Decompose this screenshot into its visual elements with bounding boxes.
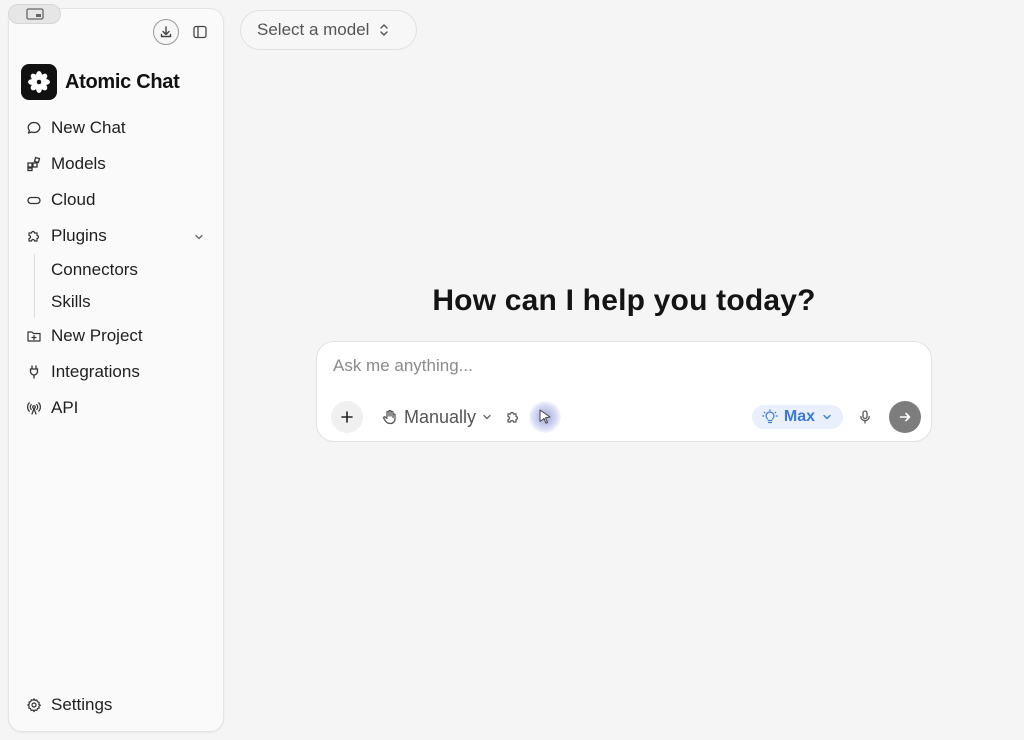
plugins-button[interactable]: [505, 409, 521, 425]
window-icon: [25, 8, 44, 20]
plugins-submenu: Connectors Skills: [34, 254, 223, 318]
chat-bubble-icon: [25, 119, 43, 137]
settings-section: Settings: [9, 687, 223, 723]
sidebar-item-cloud[interactable]: Cloud: [9, 182, 223, 218]
sidebar-item-label: Plugins: [51, 226, 107, 245]
reasoning-effort-dropdown[interactable]: Max: [751, 405, 843, 429]
logo-icon: [21, 64, 57, 100]
folder-plus-icon: [25, 327, 43, 345]
sidebar-item-label: Models: [51, 154, 106, 173]
grid-icon: [25, 155, 43, 173]
lightbulb-icon: [762, 409, 778, 424]
cursor-icon: [539, 409, 551, 424]
sidebar-toggle-icon: [193, 25, 207, 39]
sidebar-item-settings[interactable]: Settings: [9, 687, 223, 723]
send-button[interactable]: [889, 401, 921, 433]
gear-icon: [25, 696, 43, 714]
brand[interactable]: Atomic Chat: [21, 64, 180, 100]
window-switcher-button[interactable]: [8, 4, 61, 24]
sidebar-nav: New Chat Models Cloud Plugins Connectors…: [9, 110, 223, 426]
puzzle-icon: [507, 411, 519, 423]
sidebar-item-new-chat[interactable]: New Chat: [9, 110, 223, 146]
sidebar-item-integrations[interactable]: Integrations: [9, 354, 223, 390]
effort-label: Max: [783, 408, 815, 425]
plug-icon: [25, 363, 43, 381]
chevron-down-icon: [823, 414, 831, 420]
chat-composer: Manually Max: [316, 341, 932, 442]
sidebar: Atomic Chat New Chat Models Cloud Plugin…: [8, 8, 224, 732]
sidebar-item-models[interactable]: Models: [9, 146, 223, 182]
toggle-sidebar-button[interactable]: [187, 19, 213, 45]
download-button[interactable]: [153, 19, 179, 45]
sidebar-item-new-project[interactable]: New Project: [9, 318, 223, 354]
chevron-updown-icon: [380, 24, 389, 36]
mouse-cursor: [529, 401, 562, 433]
sidebar-top-actions: [153, 19, 213, 45]
puzzle-icon: [25, 227, 43, 245]
chevron-down-icon[interactable]: [193, 228, 205, 248]
sidebar-item-label: New Project: [51, 326, 143, 345]
model-select[interactable]: Select a model: [240, 10, 417, 50]
antenna-icon: [25, 399, 43, 417]
sidebar-item-skills[interactable]: Skills: [35, 286, 223, 318]
mode-dropdown[interactable]: Manually: [381, 407, 493, 428]
brand-name: Atomic Chat: [65, 70, 180, 93]
sidebar-item-label: New Chat: [51, 118, 126, 137]
sidebar-item-label: API: [51, 398, 79, 417]
arrow-right-icon: [899, 412, 911, 422]
sidebar-item-connectors[interactable]: Connectors: [35, 254, 223, 286]
hand-icon: [382, 409, 396, 425]
sidebar-item-label: Cloud: [51, 190, 96, 209]
chevron-down-icon: [483, 414, 491, 420]
greeting-title: How can I help you today?: [432, 284, 816, 317]
plus-icon: [341, 411, 353, 423]
cloud-icon: [25, 191, 43, 209]
app-window: Atomic Chat New Chat Models Cloud Plugin…: [0, 0, 1024, 740]
model-select-label: Select a model: [257, 20, 370, 39]
attach-button[interactable]: [331, 401, 363, 433]
composer-toolbar: Manually Max: [331, 400, 921, 434]
sidebar-item-label: Settings: [51, 695, 113, 714]
sidebar-item-label: Integrations: [51, 362, 140, 381]
sidebar-item-api[interactable]: API: [9, 390, 223, 426]
mode-label: Manually: [404, 406, 477, 427]
sidebar-item-plugins[interactable]: Plugins: [9, 218, 223, 254]
voice-input-button[interactable]: [857, 409, 873, 425]
download-icon: [160, 26, 172, 38]
microphone-icon: [860, 410, 870, 424]
chat-input[interactable]: [333, 354, 893, 378]
